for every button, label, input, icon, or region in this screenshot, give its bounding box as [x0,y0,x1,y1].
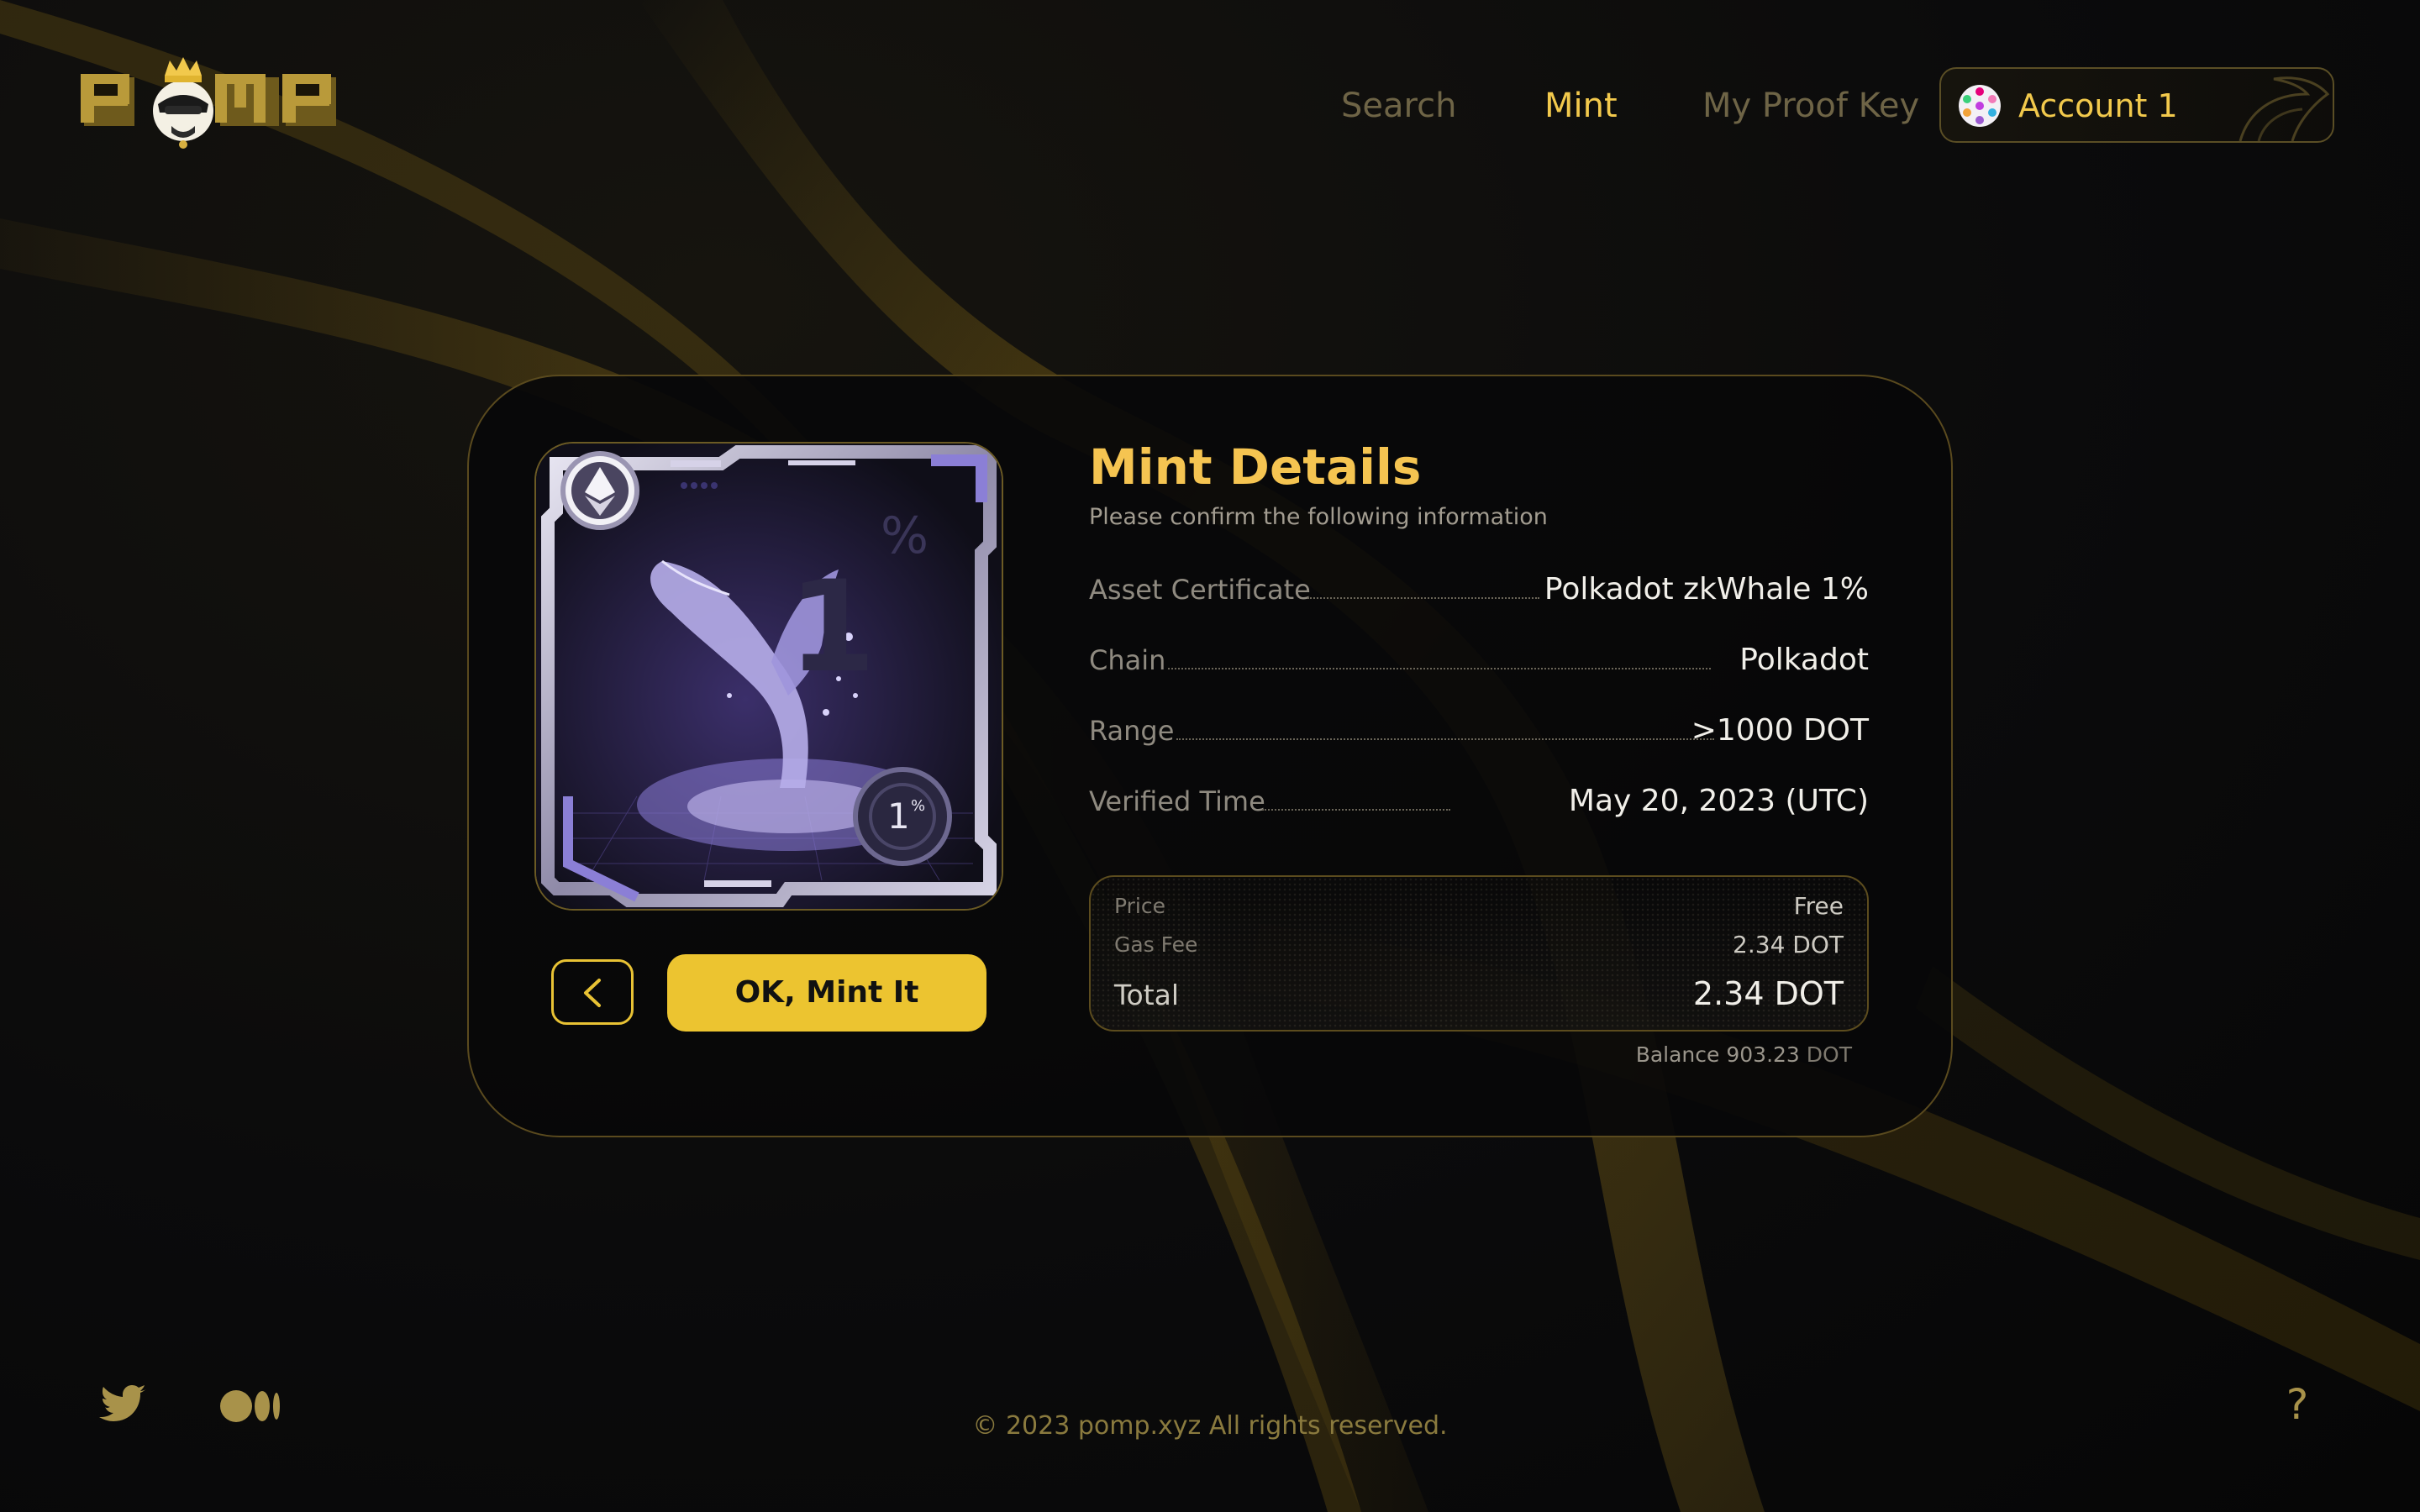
gas-fee-value: 2.34 DOT [1733,931,1844,958]
account-label: Account 1 [2018,87,2178,124]
dotted-leader [1176,738,1714,740]
detail-value: Polkadot [1739,643,1869,677]
pomp-logo[interactable] [81,52,341,153]
detail-row-verified-time: Verified Time May 20, 2023 (UTC) [1089,780,1869,822]
zkwhale-artwork: 1 % [536,444,1002,909]
detail-value: May 20, 2023 (UTC) [1568,784,1869,818]
detail-label: Asset Certificate [1089,574,1311,606]
page: Search Mint My Proof Key Account 1 1 % 1… [0,0,2420,1512]
page-title: Mint Details [1089,438,1422,496]
balance-label: Balance [1635,1042,1720,1067]
detail-value: Polkadot zkWhale 1% [1544,572,1869,606]
whale-mark-icon [2238,76,2330,141]
detail-row-asset-certificate: Asset Certificate Polkadot zkWhale 1% [1089,569,1869,611]
help-icon[interactable]: ? [2279,1379,2316,1430]
nav-search[interactable]: Search [1341,81,1456,131]
page-subtitle: Please confirm the following information [1089,504,1548,530]
gas-fee-label: Gas Fee [1114,932,1198,957]
copyright: © 2023 pomp.xyz All rights reserved. [972,1411,1448,1441]
nft-badge-unit: % [911,797,926,815]
total-label: Total [1114,979,1180,1011]
dotted-leader [1307,597,1539,599]
dotted-leader [1262,809,1450,811]
svg-text:%: % [881,507,929,565]
balance: Balance 903.23 DOT [1636,1040,1852,1070]
account-button[interactable]: Account 1 [1939,67,2334,143]
nav-my-proof-key[interactable]: My Proof Key [1702,81,1919,131]
price-value: Free [1793,892,1844,920]
svg-text:1: 1 [788,554,876,701]
balance-amount: 903.23 [1726,1042,1800,1067]
mint-button[interactable]: OK, Mint It [667,954,986,1032]
nft-badge-value: 1 [887,795,910,837]
detail-row-chain: Chain Polkadot [1089,639,1869,681]
balance-unit: DOT [1806,1042,1852,1067]
total-value: 2.34 DOT [1692,975,1844,1012]
dotted-leader [1168,668,1711,669]
detail-label: Chain [1089,644,1166,676]
nav-mint[interactable]: Mint [1544,81,1618,131]
detail-label: Range [1089,715,1175,747]
account-avatar-icon [1959,85,2001,127]
back-button[interactable] [551,959,634,1025]
nft-image: 1 % 1 % [534,442,1003,911]
fee-summary: Price Free Gas Fee 2.34 DOT Total 2.34 D… [1089,875,1869,1032]
detail-row-range: Range >1000 DOT [1089,710,1869,752]
price-label: Price [1114,894,1165,918]
chevron-left-icon [584,979,601,1007]
detail-value: >1000 DOT [1691,713,1869,748]
detail-label: Verified Time [1089,785,1265,817]
